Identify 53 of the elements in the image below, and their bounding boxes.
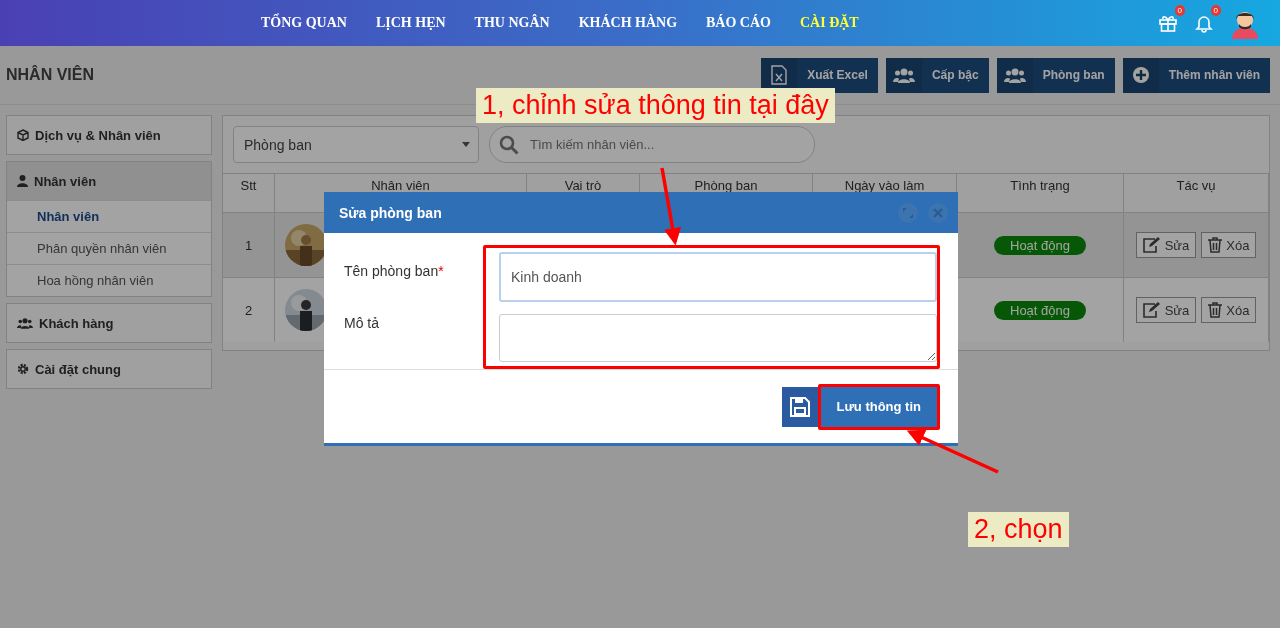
department-dropdown[interactable]: Phòng ban xyxy=(233,126,479,163)
field-label: Tên phòng ban* xyxy=(344,263,444,279)
notification-badge: 0 xyxy=(1174,5,1185,16)
sidebar-section-label: Khách hàng xyxy=(39,315,114,331)
plus-circle-icon xyxy=(1131,66,1150,84)
edit-button[interactable]: Sửa xyxy=(1135,232,1197,258)
users-icon xyxy=(1003,67,1026,83)
sidebar-section-label: Cài đặt chung xyxy=(35,361,121,377)
status-badge: Hoạt động xyxy=(994,300,1086,320)
gift-icon[interactable] xyxy=(1158,13,1178,33)
bell-icon[interactable] xyxy=(1194,13,1214,33)
trash-icon xyxy=(1208,302,1223,318)
edit-icon xyxy=(1142,237,1161,253)
sidebar-section[interactable]: Dịch vụ & Nhân viên xyxy=(7,116,211,154)
users-icon xyxy=(17,317,33,329)
nav-link[interactable]: BÁO CÁO xyxy=(706,15,771,31)
field-label: Mô tả xyxy=(344,315,379,331)
toolbar-button[interactable]: Phòng ban xyxy=(996,57,1115,93)
page-title: NHÂN VIÊN xyxy=(6,66,94,84)
user-icon xyxy=(17,175,28,187)
sidebar-section-label: Dịch vụ & Nhân viên xyxy=(35,127,161,143)
cube-icon xyxy=(17,129,29,141)
nav-link[interactable]: CÀI ĐẶT xyxy=(800,15,859,31)
trash-icon xyxy=(1208,237,1223,253)
caret-icon xyxy=(462,142,470,147)
sidebar-section[interactable]: Nhân viên xyxy=(7,162,211,200)
edit-icon xyxy=(1142,302,1161,318)
settings-icon xyxy=(17,363,29,375)
toolbar-button[interactable]: Thêm nhân viên xyxy=(1122,57,1270,93)
sidebar-section[interactable]: Cài đặt chung xyxy=(7,350,211,388)
sidebar-section[interactable]: Khách hàng xyxy=(7,304,211,342)
search-field[interactable]: Tìm kiếm nhân viên... xyxy=(489,126,815,163)
table-cell: 2 xyxy=(223,278,275,342)
annotation-label: 2, chọn xyxy=(968,512,1069,547)
delete-button[interactable]: Xóa xyxy=(1201,297,1257,323)
description-text-area[interactable] xyxy=(499,314,937,362)
annotation-label: 1, chỉnh sửa thông tin tại đây xyxy=(476,88,835,123)
status-badge: Hoạt động xyxy=(994,235,1086,255)
save-button[interactable]: Lưu thông tin xyxy=(820,386,937,427)
toolbar-button[interactable]: Xuất Excel xyxy=(761,57,878,93)
spreadsheet-file-icon xyxy=(771,65,788,85)
notification-badge: 0 xyxy=(1210,5,1221,16)
users-icon xyxy=(892,67,915,83)
search-icon xyxy=(499,135,519,155)
nav-link[interactable]: TỔNG QUAN xyxy=(261,15,347,31)
name-input-field[interactable]: Kinh doanh xyxy=(499,252,937,302)
nav-link[interactable]: LỊCH HẸN xyxy=(375,15,446,31)
sidebar-section-label: Nhân viên xyxy=(34,173,97,189)
toolbar-button[interactable]: Cấp bậc xyxy=(885,57,989,93)
nav-link[interactable]: KHÁCH HÀNG xyxy=(578,15,678,31)
delete-button[interactable]: Xóa xyxy=(1201,232,1257,258)
nav-link[interactable]: THU NGÂN xyxy=(474,15,550,31)
edit-button[interactable]: Sửa xyxy=(1135,297,1197,323)
